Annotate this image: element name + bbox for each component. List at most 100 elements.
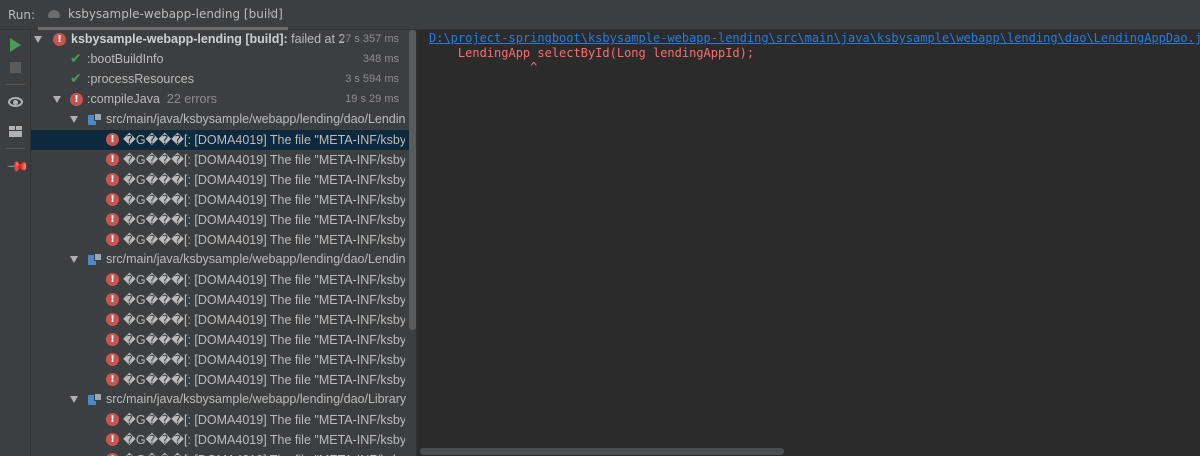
error-row[interactable]: ! �G���[: [DOMA4019] The file "META-INF/… [31,350,416,370]
root-duration: 27 s 357 ms [339,33,399,45]
error-row[interactable]: ! �G���[: [DOMA4019] The file "META-INF/… [31,310,416,330]
run-label: Run: [8,8,36,22]
stop-button[interactable] [0,56,31,80]
error-row[interactable]: ! �G���[: [DOMA4019] The file "META-INF/… [31,230,416,250]
error-icon: ! [106,433,119,446]
error-message: �G���[: [DOMA4019] The file "META-INF/ks… [123,293,405,307]
error-icon: ! [106,193,119,206]
tool-divider [6,148,25,149]
rerun-button[interactable] [0,32,31,56]
error-row[interactable]: ! �G���[: [DOMA4019] The file "META-INF/… [31,190,416,210]
error-message: �G���[: [DOMA4019] The file "META-INF/ks… [123,213,405,227]
error-icon: ! [106,273,119,286]
expand-arrow-icon[interactable] [70,396,78,403]
error-icon: ! [106,173,119,186]
error-row[interactable]: ! �G���[: [DOMA4019] The file "META-INF/… [31,270,416,290]
error-message: �G���[: [DOMA4019] The file "META-INF/ks… [123,413,405,427]
tree-root[interactable]: ! ksbysample-webapp-lending [build]: fai… [31,30,416,50]
root-label: ksbysample-webapp-lending [build]: faile… [71,32,344,46]
expand-arrow-icon[interactable] [70,116,78,123]
layout-icon [9,126,22,137]
error-icon: ! [106,353,119,366]
error-icon: ! [106,233,119,246]
error-message: �G���[: [DOMA4019] The file "META-INF/ks… [123,233,405,247]
task-duration: 19 s 29 ms [345,93,399,105]
error-row[interactable]: ! �G���[: [DOMA4019] The file "META-INF/… [31,330,416,350]
console-output: D:\project-springboot\ksbysample-webapp-… [418,30,1200,456]
error-message: �G���[: [DOMA4019] The file "META-INF/ks… [123,273,405,287]
package-icon [88,393,102,405]
error-row[interactable]: ! �G���[: [DOMA4019] The file "META-INF/… [31,210,416,230]
task-row[interactable]: ! :compileJava 22 errors 19 s 29 ms [31,90,416,110]
pin-icon: 📌 [6,155,30,179]
file-path: src/main/java/ksbysample/webapp/lending/… [106,112,406,126]
source-file-link[interactable]: D:\project-springboot\ksbysample-webapp-… [429,31,1200,45]
file-group-row[interactable]: src/main/java/ksbysample/webapp/lending/… [31,250,416,270]
error-icon: ! [106,313,119,326]
error-icon: ! [106,213,119,226]
error-message: �G���[: [DOMA4019] The file "META-INF/ks… [123,313,405,327]
tab-title: ksbysample-webapp-lending [build] [68,7,283,21]
task-duration: 348 ms [362,53,399,65]
tab-build[interactable]: ksbysample-webapp-lending [build] × [34,0,288,30]
pin-button[interactable]: 📌 [0,154,31,179]
expand-arrow-icon[interactable] [70,256,78,263]
gradle-icon [48,10,60,18]
layout-button[interactable] [0,120,31,144]
expand-arrow-icon[interactable] [34,36,42,43]
error-row[interactable]: ! �G���[: [DOMA4019] The file "META-INF/… [31,430,416,450]
task-row[interactable]: ✔ :processResources 3 s 594 ms [31,70,416,90]
package-icon [88,113,102,125]
error-row[interactable]: ! �G���[: [DOMA4019] The file "META-INF/… [31,410,416,430]
eye-icon [8,97,23,107]
task-label: :processResources [87,72,194,86]
tool-divider [6,84,25,85]
error-row[interactable]: ! �G���[: [DOMA4019] The file "META-INF/… [31,290,416,310]
error-icon: ! [106,333,119,346]
error-icon: ! [106,413,119,426]
error-icon: ! [106,133,119,146]
build-tree: ! ksbysample-webapp-lending [build]: fai… [31,30,416,456]
package-icon [88,253,102,265]
tree-scrollbar[interactable] [409,30,416,330]
error-icon: ! [106,153,119,166]
error-caret: ^ [429,60,538,74]
close-icon[interactable]: × [266,6,276,20]
error-icon: ! [70,93,83,106]
stop-icon [10,62,21,73]
tool-strip: 📌 [0,30,31,456]
file-group-row[interactable]: src/main/java/ksbysample/webapp/lending/… [31,110,416,130]
error-message: �G���[: [DOMA4019] The file "META-INF/ks… [123,193,405,207]
error-message: �G���[: [DOMA4019] The file "META-INF/ks… [123,433,405,447]
error-source-line: LendingApp selectById(Long lendingAppId)… [429,46,755,60]
task-duration: 3 s 594 ms [345,73,399,85]
error-message: �G���[: [DOMA4019] The file "META-INF/ks… [123,173,405,187]
console-scrollbar[interactable] [420,448,784,455]
error-icon: ! [106,373,119,386]
error-message: �G���[: [DOMA4019] The file "META-INF/ks… [123,333,405,347]
toggle-view-button[interactable] [0,90,31,114]
error-message: �G���[: [DOMA4019] The file "META-INF/ks… [123,373,405,387]
error-row[interactable]: ! �G���[: [DOMA4019] The file "META-INF/… [31,170,416,190]
task-label: :compileJava 22 errors [87,92,217,106]
play-icon [10,38,21,52]
check-icon: ✔ [70,51,82,67]
error-row[interactable]: ! �G���[: [DOMA4019] The file "META-INF/… [31,370,416,390]
file-group-row[interactable]: src/main/java/ksbysample/webapp/lending/… [31,390,416,410]
file-path: src/main/java/ksbysample/webapp/lending/… [106,252,406,266]
error-icon: ! [53,33,66,46]
file-path: src/main/java/ksbysample/webapp/lending/… [106,392,406,406]
error-message: �G���[: [DOMA4019] The file "META-INF/ks… [123,452,405,456]
check-icon: ✔ [70,71,82,87]
task-label: :bootBuildInfo [87,52,164,66]
error-row[interactable]: ! �G���[: [DOMA4019] The file "META-INF/… [31,150,416,170]
error-row[interactable]: ! �G���[: [DOMA4019] The file "META-INF/… [31,130,416,150]
error-message: �G���[: [DOMA4019] The file "META-INF/ks… [123,153,405,167]
error-message: �G���[: [DOMA4019] The file "META-INF/ks… [123,353,405,367]
error-icon: ! [106,293,119,306]
error-row[interactable]: ! �G���[: [DOMA4019] The file "META-INF/… [31,450,416,456]
error-message: �G���[: [DOMA4019] The file "META-INF/ks… [123,133,405,147]
expand-arrow-icon[interactable] [53,96,61,103]
run-tabbar: Run: ksbysample-webapp-lending [build] × [0,0,1200,30]
task-row[interactable]: ✔ :bootBuildInfo 348 ms [31,50,416,70]
